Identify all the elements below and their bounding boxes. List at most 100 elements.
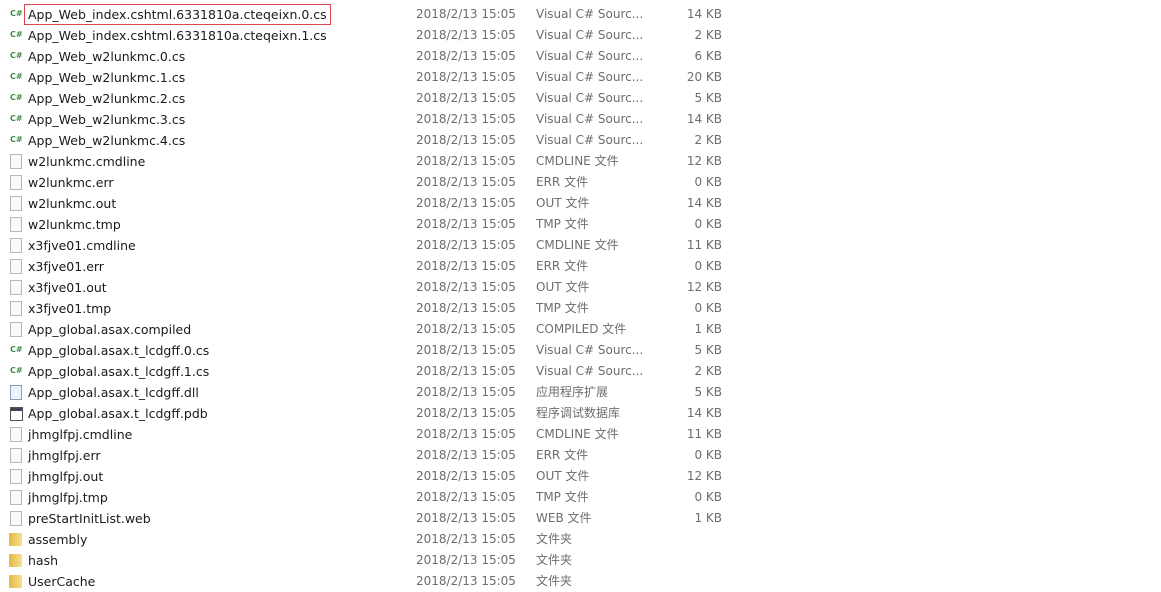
file-name: jhmglfpj.cmdline (28, 427, 133, 442)
file-icon (10, 154, 22, 169)
file-name: assembly (28, 532, 88, 547)
date-modified: 2018/2/13 15:05 (416, 511, 516, 525)
file-size: 1 KB (694, 511, 722, 525)
date-modified: 2018/2/13 15:05 (416, 196, 516, 210)
file-type: OUT 文件 (536, 196, 590, 210)
file-row[interactable]: w2lunkmc.cmdline 2018/2/13 15:05 CMDLINE 文… (0, 151, 1161, 172)
file-row[interactable]: x3fjve01.err 2018/2/13 15:05 ERR 文件 0 KB (0, 256, 1161, 277)
file-type: Visual C# Sourc... (536, 7, 644, 21)
file-name: preStartInitList.web (28, 511, 151, 526)
file-type: TMP 文件 (536, 301, 589, 315)
csharp-file-icon: C# (10, 366, 23, 375)
file-row[interactable]: w2lunkmc.tmp 2018/2/13 15:05 TMP 文件 0 KB (0, 214, 1161, 235)
file-row[interactable]: C# App_global.asax.t_lcdgff.0.cs 2018/2/13… (0, 340, 1161, 361)
file-row[interactable]: w2lunkmc.out 2018/2/13 15:05 OUT 文件 14 KB (0, 193, 1161, 214)
file-type: CMDLINE 文件 (536, 154, 619, 168)
file-type: CMDLINE 文件 (536, 427, 619, 441)
file-row[interactable]: C# App_global.asax.t_lcdgff.1.cs 2018/2/13… (0, 361, 1161, 382)
file-name: App_global.asax.compiled (28, 322, 192, 337)
file-name: App_Web_w2lunkmc.0.cs (28, 49, 186, 64)
file-name: App_Web_w2lunkmc.1.cs (28, 70, 186, 85)
file-name: jhmglfpj.tmp (28, 490, 108, 505)
file-size: 11 KB (686, 238, 722, 252)
file-name: x3fjve01.cmdline (28, 238, 136, 253)
file-row[interactable]: C# App_Web_w2lunkmc.0.cs 2018/2/13 15:05 Vi… (0, 46, 1161, 67)
file-icon (10, 238, 22, 253)
file-row[interactable]: jhmglfpj.out 2018/2/13 15:05 OUT 文件 12 KB (0, 466, 1161, 487)
file-name: App_Web_index.cshtml.6331810a.cteqeixn.0… (24, 4, 331, 25)
file-icon (10, 511, 22, 526)
file-size: 2 KB (694, 133, 722, 147)
file-row[interactable]: C# App_Web_w2lunkmc.4.cs 2018/2/13 15:05 Vi… (0, 130, 1161, 151)
file-row[interactable]: jhmglfpj.cmdline 2018/2/13 15:05 CMDLINE 文… (0, 424, 1161, 445)
csharp-file-icon: C# (10, 93, 23, 102)
csharp-file-icon: C# (10, 9, 23, 18)
file-icon (10, 259, 22, 274)
file-type: Visual C# Sourc... (536, 70, 644, 84)
file-name: w2lunkmc.out (28, 196, 117, 211)
file-size: 0 KB (694, 448, 722, 462)
file-row[interactable]: C# App_Web_w2lunkmc.2.cs 2018/2/13 15:05 Vi… (0, 88, 1161, 109)
file-list: C# App_Web_index.cshtml.6331810a.cteqeixn… (0, 4, 1161, 592)
file-row[interactable]: preStartInitList.web 2018/2/13 15:05 WEB 文… (0, 508, 1161, 529)
file-row[interactable]: C# App_Web_w2lunkmc.3.cs 2018/2/13 15:05 Vi… (0, 109, 1161, 130)
file-size: 11 KB (686, 427, 722, 441)
file-type: Visual C# Sourc... (536, 49, 644, 63)
folder-icon (9, 533, 22, 546)
file-type: Visual C# Sourc... (536, 112, 644, 126)
file-row[interactable]: x3fjve01.cmdline 2018/2/13 15:05 CMDLINE 文… (0, 235, 1161, 256)
file-type: 文件夹 (536, 574, 573, 588)
folder-icon (9, 554, 22, 567)
file-name: x3fjve01.err (28, 259, 104, 274)
file-size: 14 KB (686, 406, 722, 420)
file-icon (10, 196, 22, 211)
file-name: App_global.asax.t_lcdgff.pdb (28, 406, 208, 421)
file-name: w2lunkmc.tmp (28, 217, 121, 232)
file-name: App_Web_w2lunkmc.2.cs (28, 91, 186, 106)
file-type: Visual C# Sourc... (536, 28, 644, 42)
file-size: 2 KB (694, 28, 722, 42)
file-icon (10, 322, 22, 337)
file-row[interactable]: w2lunkmc.err 2018/2/13 15:05 ERR 文件 0 KB (0, 172, 1161, 193)
file-name: App_Web_w2lunkmc.4.cs (28, 133, 186, 148)
file-row[interactable]: x3fjve01.tmp 2018/2/13 15:05 TMP 文件 0 KB (0, 298, 1161, 319)
date-modified: 2018/2/13 15:05 (416, 364, 516, 378)
date-modified: 2018/2/13 15:05 (416, 322, 516, 336)
date-modified: 2018/2/13 15:05 (416, 91, 516, 105)
date-modified: 2018/2/13 15:05 (416, 175, 516, 189)
file-row[interactable]: x3fjve01.out 2018/2/13 15:05 OUT 文件 12 KB (0, 277, 1161, 298)
file-row[interactable]: C# App_Web_index.cshtml.6331810a.cteqeixn… (0, 4, 1161, 25)
file-size: 5 KB (694, 91, 722, 105)
file-name: jhmglfpj.out (28, 469, 104, 484)
file-row[interactable]: C# App_Web_w2lunkmc.1.cs 2018/2/13 15:05 Vi… (0, 67, 1161, 88)
file-type: Visual C# Sourc... (536, 133, 644, 147)
file-row[interactable]: assembly 2018/2/13 15:05 文件夹 (0, 529, 1161, 550)
file-icon (10, 448, 22, 463)
file-row[interactable]: App_global.asax.t_lcdgff.dll 2018/2/13 15… (0, 382, 1161, 403)
file-name: UserCache (28, 574, 96, 589)
date-modified: 2018/2/13 15:05 (416, 427, 516, 441)
csharp-file-icon: C# (10, 114, 23, 123)
file-type: Visual C# Sourc... (536, 343, 644, 357)
date-modified: 2018/2/13 15:05 (416, 217, 516, 231)
file-size: 0 KB (694, 301, 722, 315)
file-size: 12 KB (686, 469, 722, 483)
csharp-file-icon: C# (10, 30, 23, 39)
date-modified: 2018/2/13 15:05 (416, 280, 516, 294)
file-row[interactable]: App_global.asax.compiled 2018/2/13 15:05 C… (0, 319, 1161, 340)
file-size: 20 KB (686, 70, 722, 84)
file-type: 文件夹 (536, 553, 573, 567)
file-size: 5 KB (694, 385, 722, 399)
file-row[interactable]: UserCache 2018/2/13 15:05 文件夹 (0, 571, 1161, 592)
date-modified: 2018/2/13 15:05 (416, 532, 516, 546)
file-size: 0 KB (694, 259, 722, 273)
file-type: WEB 文件 (536, 511, 592, 525)
file-row[interactable]: jhmglfpj.err 2018/2/13 15:05 ERR 文件 0 KB (0, 445, 1161, 466)
file-row[interactable]: C# App_Web_index.cshtml.6331810a.cteqeixn… (0, 25, 1161, 46)
file-icon (10, 175, 22, 190)
file-row[interactable]: hash 2018/2/13 15:05 文件夹 (0, 550, 1161, 571)
file-type: Visual C# Sourc... (536, 364, 644, 378)
file-row[interactable]: jhmglfpj.tmp 2018/2/13 15:05 TMP 文件 0 KB (0, 487, 1161, 508)
file-row[interactable]: App_global.asax.t_lcdgff.pdb 2018/2/13 15… (0, 403, 1161, 424)
file-type: 程序调试数据库 (536, 406, 621, 420)
